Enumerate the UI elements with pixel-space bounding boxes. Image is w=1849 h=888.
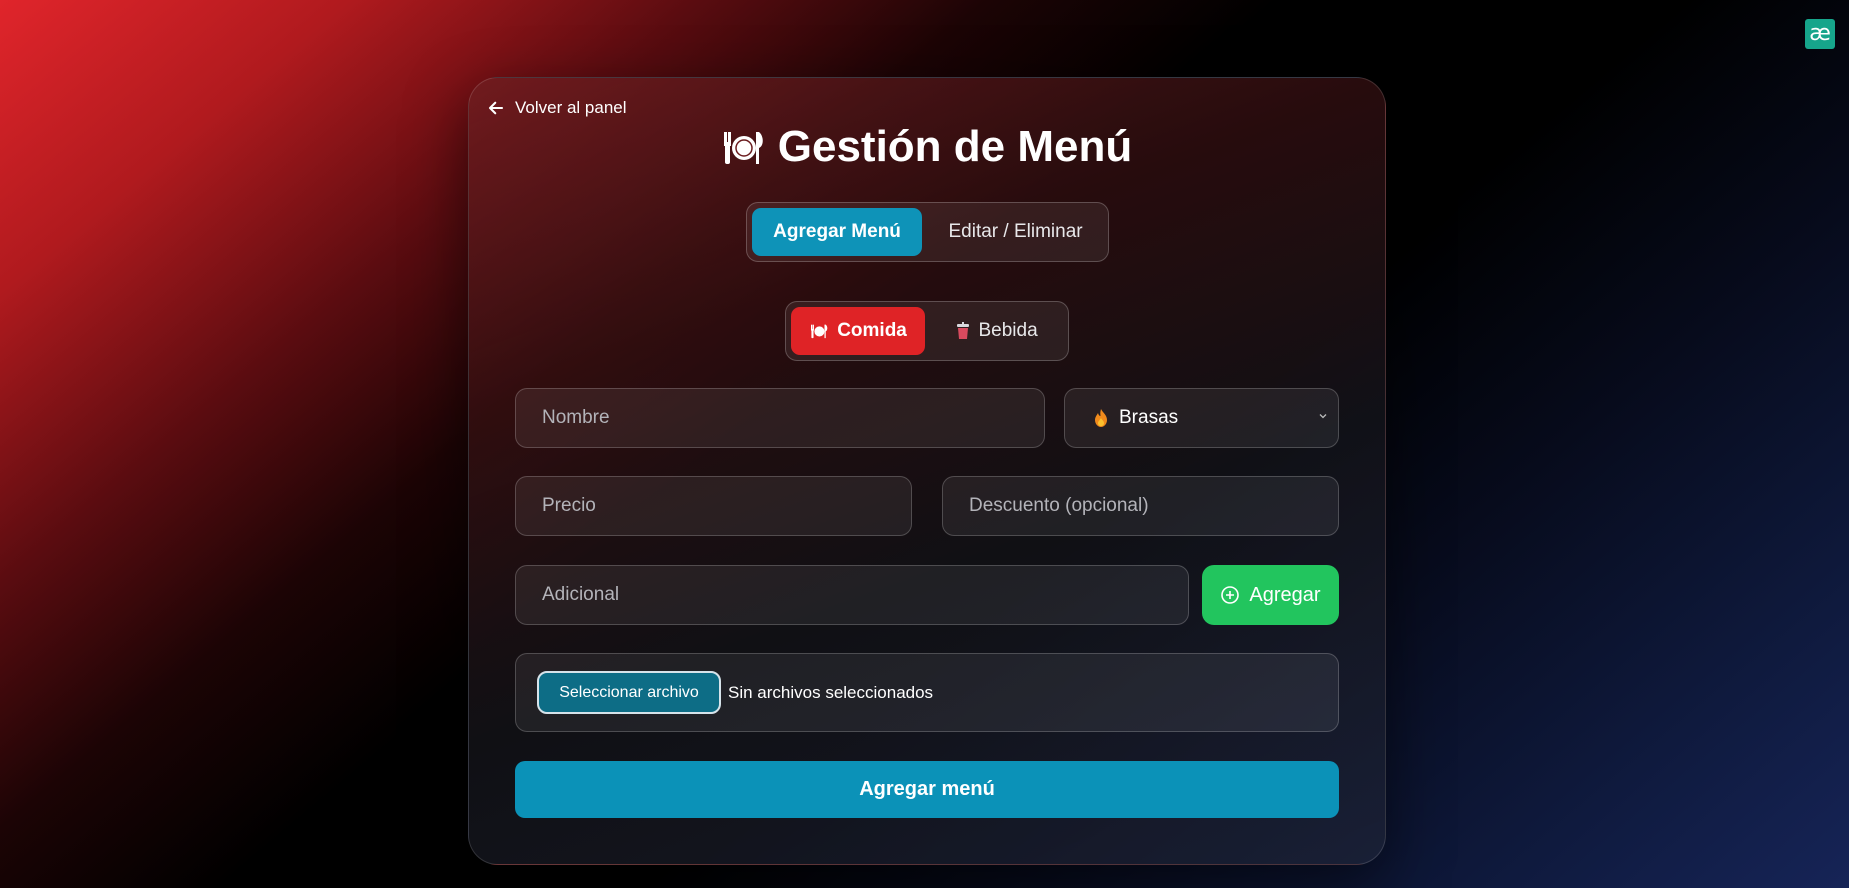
- tab-editar-eliminar-label: Editar / Eliminar: [948, 221, 1083, 242]
- add-extra-label: Agregar: [1249, 583, 1321, 606]
- plate-cutlery-icon: [723, 132, 763, 164]
- select-file-label: Seleccionar archivo: [559, 683, 699, 701]
- add-extra-button[interactable]: Agregar: [1202, 565, 1339, 625]
- nombre-field[interactable]: [515, 388, 1045, 448]
- item-type-toggle: Comida Bebida: [785, 301, 1069, 361]
- plus-circle-icon: [1221, 586, 1240, 604]
- descuento-input[interactable]: [967, 494, 1338, 518]
- adicional-input[interactable]: [540, 583, 1188, 607]
- page-title: Gestión de Menú: [469, 122, 1385, 172]
- adicional-field[interactable]: [515, 565, 1189, 625]
- submit-menu-button[interactable]: Agregar menú: [515, 761, 1339, 818]
- arrow-left-icon: [488, 101, 504, 115]
- toggle-comida-label: Comida: [837, 320, 907, 341]
- toggle-bebida-label: Bebida: [978, 320, 1038, 341]
- tab-editar-eliminar[interactable]: Editar / Eliminar: [928, 208, 1103, 256]
- file-status-text: Sin archivos seleccionados: [728, 682, 934, 702]
- descuento-field[interactable]: [942, 476, 1339, 536]
- cup-icon: [957, 322, 970, 339]
- submit-menu-label: Agregar menú: [859, 778, 995, 800]
- chevron-down-icon: [1319, 414, 1327, 419]
- plate-icon: [811, 324, 828, 339]
- image-upload-field: Seleccionar archivo Sin archivos selecci…: [515, 653, 1339, 732]
- precio-field[interactable]: [515, 476, 912, 536]
- toggle-comida[interactable]: Comida: [791, 307, 926, 355]
- tab-agregar-menu[interactable]: Agregar Menú: [752, 208, 923, 256]
- back-to-panel-link[interactable]: Volver al panel: [487, 98, 627, 118]
- toggle-bebida[interactable]: Bebida: [931, 307, 1063, 355]
- corner-logo[interactable]: æ: [1805, 19, 1835, 49]
- precio-input[interactable]: [540, 494, 911, 518]
- category-select[interactable]: Brasas: [1064, 388, 1339, 448]
- select-file-button[interactable]: Seleccionar archivo: [537, 671, 721, 714]
- menu-management-card: Volver al panel Gestión de Menú Agregar …: [468, 77, 1386, 865]
- category-selected-value: Brasas: [1119, 407, 1179, 428]
- logo-glyph: æ: [1809, 21, 1831, 46]
- page-title-text: Gestión de Menú: [777, 122, 1133, 171]
- tab-agregar-menu-label: Agregar Menú: [773, 221, 901, 242]
- back-link-label: Volver al panel: [515, 98, 627, 117]
- nombre-input[interactable]: [540, 406, 1044, 430]
- fire-icon: [1095, 409, 1107, 427]
- mode-tabs: Agregar Menú Editar / Eliminar: [746, 202, 1109, 262]
